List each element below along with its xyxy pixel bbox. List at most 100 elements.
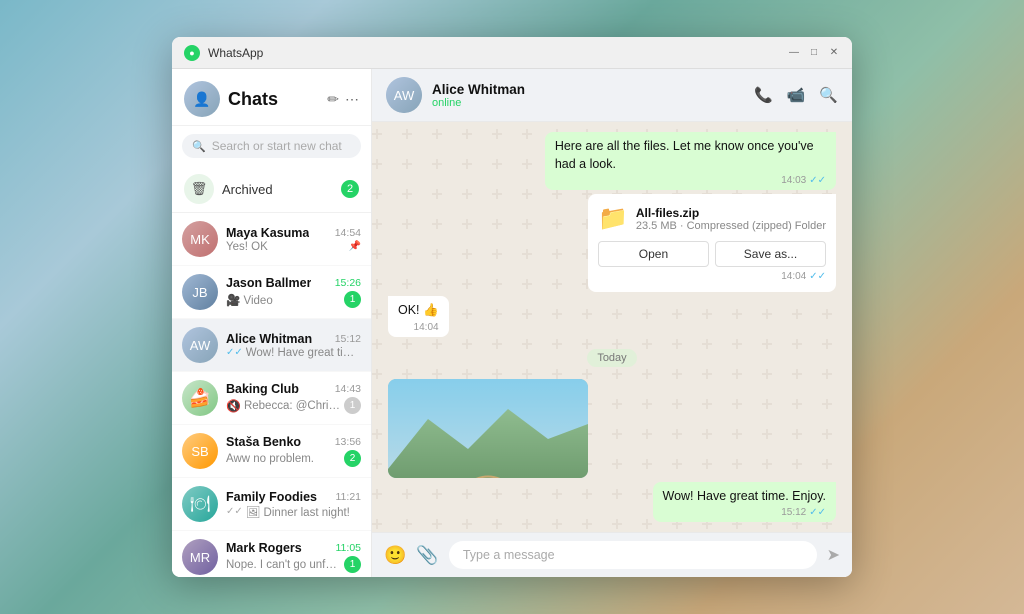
avatar-family: 🍽	[182, 486, 218, 522]
message-m6: Wow! Have great time. Enjoy. 15:12 ✓✓	[653, 482, 837, 523]
avatar-alice: AW	[182, 327, 218, 363]
avatar-mark: MR	[182, 539, 218, 575]
close-button[interactable]: ✕	[828, 47, 840, 59]
archived-count: 2	[341, 180, 359, 198]
chat-name-maya: Maya Kasuma	[226, 226, 309, 240]
chat-header: AW Alice Whitman online 📞 📹 🔍	[372, 69, 852, 122]
file-actions: Open Save as...	[598, 241, 826, 267]
avatar-stasa: SB	[182, 433, 218, 469]
message-m2: 📁 All-files.zip 23.5 MB · Compressed (zi…	[588, 194, 836, 292]
video-call-icon[interactable]: 📹	[787, 86, 806, 104]
unread-badge-jason: 1	[344, 291, 361, 308]
chat-header-status: online	[432, 97, 744, 109]
message-m1: Here are all the files. Let me know once…	[545, 132, 836, 190]
chat-preview-mark: Nope. I can't go unfortunately.	[226, 559, 341, 571]
tick-alice: ✓✓	[226, 347, 243, 358]
message-m5: So beautiful here! 15:06 ❤️	[388, 379, 588, 478]
search-icon: 🔍	[192, 140, 206, 153]
voice-call-icon[interactable]: 📞	[754, 86, 773, 104]
file-size: 23.5 MB · Compressed (zipped) Folder	[636, 220, 826, 232]
chat-preview-baking: Rebecca: @Chris R?	[244, 400, 341, 412]
attach-icon[interactable]: 📎	[416, 545, 438, 566]
search-input[interactable]	[212, 139, 351, 153]
chat-header-info: Alice Whitman online	[432, 82, 744, 109]
chat-item-jason[interactable]: JB Jason Ballmer 15:26 🎥 Video 1	[172, 266, 371, 319]
chat-time-stasa: 13:56	[335, 436, 361, 448]
my-avatar[interactable]: 👤	[184, 81, 220, 117]
chat-name-baking: Baking Club	[226, 382, 299, 396]
window-controls: — □ ✕	[788, 47, 840, 59]
chat-header-avatar[interactable]: AW	[386, 77, 422, 113]
chat-preview-alice: Wow! Have great time. Enjoy.	[246, 347, 361, 359]
msg-tick-m1: ✓✓	[809, 175, 826, 186]
sidebar: 👤 Chats ✏ ⋯ 🔍 🗑 Archived 2 MK	[172, 69, 372, 577]
avatar-jason: JB	[182, 274, 218, 310]
more-options-icon[interactable]: ⋯	[345, 91, 359, 108]
chat-name-family: Family Foodies	[226, 490, 317, 504]
chat-header-name: Alice Whitman	[432, 82, 744, 97]
compose-icon[interactable]: ✏	[327, 91, 339, 108]
chat-info-stasa: Staša Benko 13:56 Aww no problem. 2	[226, 435, 361, 467]
message-m3: OK! 👍 14:04	[388, 296, 449, 337]
tick-family: ✓✓	[226, 506, 243, 517]
chat-area: AW Alice Whitman online 📞 📹 🔍 Here are a…	[372, 69, 852, 577]
chat-time-jason: 15:26	[335, 277, 361, 289]
file-info-row: 📁 All-files.zip 23.5 MB · Compressed (zi…	[598, 204, 826, 233]
msg-text-m3: OK! 👍	[398, 302, 439, 320]
chat-info-baking: Baking Club 14:43 🔇 Rebecca: @Chris R? 1	[226, 382, 361, 414]
chat-item-mark[interactable]: MR Mark Rogers 11:05 Nope. I can't go un…	[172, 531, 371, 577]
file-name: All-files.zip	[636, 206, 826, 220]
messages-area: Here are all the files. Let me know once…	[372, 122, 852, 532]
unread-badge-mark: 1	[344, 556, 361, 573]
chat-info-maya: Maya Kasuma 14:54 Yes! OK 📌	[226, 226, 361, 253]
minimize-button[interactable]: —	[788, 47, 800, 59]
chat-list: MK Maya Kasuma 14:54 Yes! OK 📌 J	[172, 213, 371, 577]
archive-icon: 🗑	[184, 174, 214, 204]
chat-preview-family: 🖼 Dinner last night!	[246, 505, 361, 519]
msg-time-m6: 15:12	[781, 507, 806, 518]
avatar-baking: 🍰	[182, 380, 218, 416]
chat-item-family[interactable]: 🍽 Family Foodies 11:21 ✓✓ 🖼 Dinner last …	[172, 478, 371, 531]
file-tick: ✓✓	[809, 271, 826, 282]
maximize-button[interactable]: □	[808, 47, 820, 59]
chat-preview-stasa: Aww no problem.	[226, 453, 341, 465]
chat-time-mark: 11:05	[336, 542, 362, 554]
unread-badge-baking: 1	[344, 397, 361, 414]
chat-time-family: 11:21	[336, 491, 362, 503]
msg-time-m1: 14:03	[781, 175, 806, 186]
landscape-image	[388, 379, 588, 478]
image-content	[388, 379, 588, 478]
chat-item-alice[interactable]: AW Alice Whitman 15:12 ✓✓ Wow! Have grea…	[172, 319, 371, 372]
wa-logo-icon: ●	[184, 45, 200, 61]
archived-row[interactable]: 🗑 Archived 2	[172, 166, 371, 213]
avatar-maya: MK	[182, 221, 218, 257]
saveas-file-button[interactable]: Save as...	[715, 241, 826, 267]
chat-time-baking: 14:43	[335, 383, 361, 395]
chat-item-baking[interactable]: 🍰 Baking Club 14:43 🔇 Rebecca: @Chris R?…	[172, 372, 371, 425]
msg-text-m1: Here are all the files. Let me know once…	[555, 138, 826, 173]
open-file-button[interactable]: Open	[598, 241, 709, 267]
message-input[interactable]	[449, 541, 817, 569]
zip-file-icon: 📁	[598, 204, 628, 233]
search-chat-icon[interactable]: 🔍	[819, 86, 838, 104]
chat-item-stasa[interactable]: SB Staša Benko 13:56 Aww no problem. 2	[172, 425, 371, 478]
file-time: 14:04	[781, 271, 806, 282]
msg-tick-m6: ✓✓	[809, 507, 826, 518]
input-bar: 🙂 📎 ➤	[372, 532, 852, 577]
chat-item-maya[interactable]: MK Maya Kasuma 14:54 Yes! OK 📌	[172, 213, 371, 266]
chat-preview-jason: 🎥 Video	[226, 293, 341, 307]
chat-name-jason: Jason Ballmer	[226, 276, 311, 290]
app-window: ● WhatsApp — □ ✕ 👤 Chats ✏ ⋯ 🔍 🗑	[172, 37, 852, 577]
file-details: All-files.zip 23.5 MB · Compressed (zipp…	[636, 206, 826, 232]
chat-name-alice: Alice Whitman	[226, 332, 312, 346]
pin-icon-maya: 📌	[349, 241, 361, 252]
chat-time-alice: 15:12	[335, 333, 361, 345]
alice-avatar-img: AW	[386, 77, 422, 113]
sidebar-header: 👤 Chats ✏ ⋯	[172, 69, 371, 126]
msg-text-m6: Wow! Have great time. Enjoy.	[663, 488, 827, 506]
archived-label: Archived	[222, 182, 333, 197]
chat-name-mark: Mark Rogers	[226, 541, 302, 555]
date-label: Today	[587, 349, 636, 367]
emoji-icon[interactable]: 🙂	[384, 545, 406, 566]
send-icon[interactable]: ➤	[827, 545, 840, 565]
